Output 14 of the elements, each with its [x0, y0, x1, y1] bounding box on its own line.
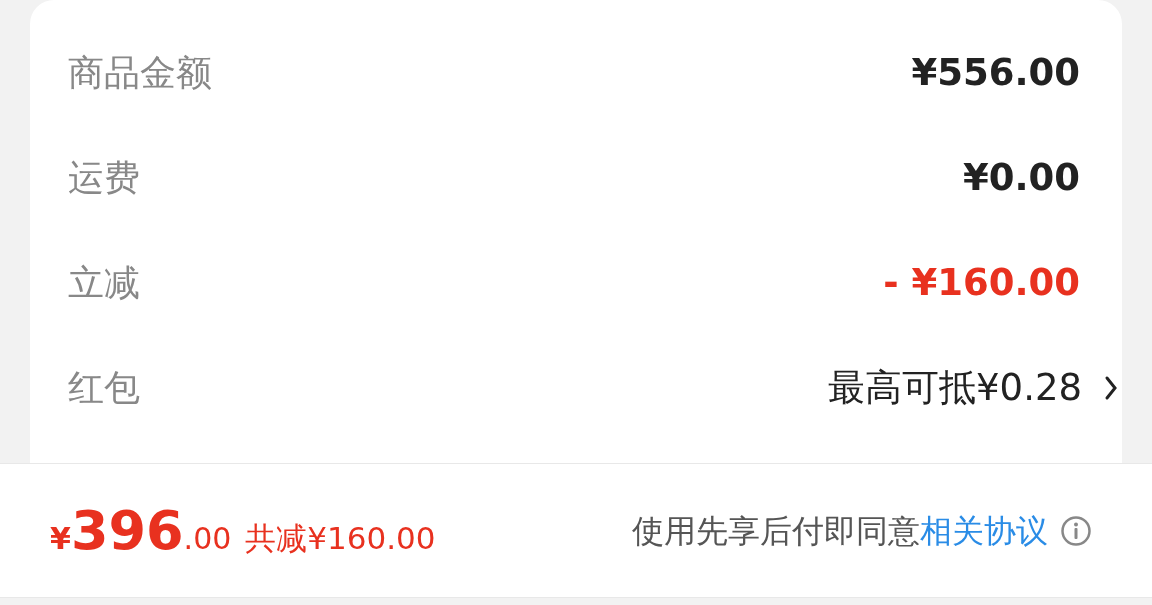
agreement-text: 使用先享后付即同意相关协议 [632, 510, 1048, 552]
row-value: ¥0.00 [962, 154, 1080, 201]
row-label: 立减 [68, 260, 140, 305]
row-value[interactable]: 最高可抵¥0.28 [828, 359, 1082, 416]
info-icon[interactable] [1060, 514, 1092, 547]
agreement-link[interactable]: 相关协议 [920, 511, 1048, 550]
row-label: 运费 [68, 155, 140, 200]
saving-amount: 共减¥160.00 [245, 519, 436, 558]
row-value: - ¥160.00 [883, 259, 1080, 306]
row-label: 红包 [68, 365, 140, 410]
row-label: 商品金额 [68, 50, 212, 95]
total-price: ¥396.00 [50, 498, 232, 564]
row-value: ¥556.00 [911, 49, 1080, 96]
chevron-right-icon[interactable] [1104, 374, 1118, 401]
